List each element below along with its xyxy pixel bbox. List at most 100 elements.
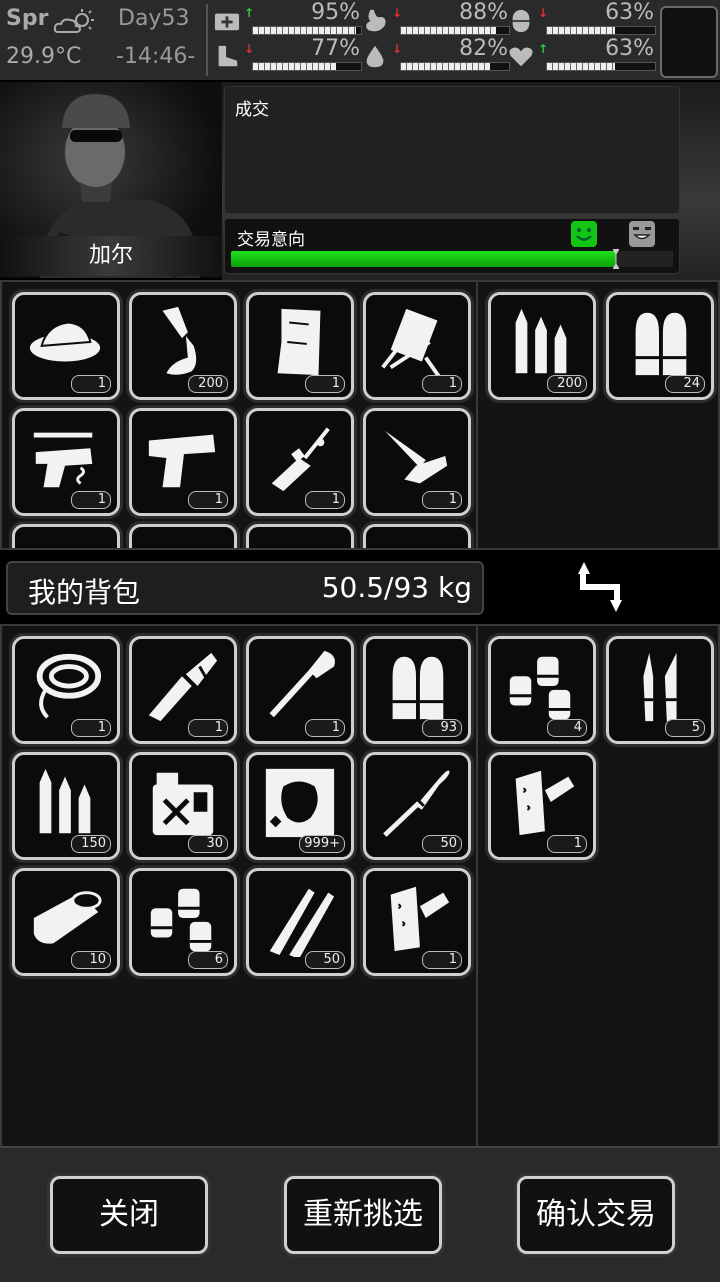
pistol-parts-icon [33,432,93,488]
temperature: 29.9°C [6,44,82,69]
stamina-pill-icon [512,9,530,33]
divider [206,4,208,76]
trader-offer-panel[interactable]: 200 24 [476,280,720,550]
inventory-item-slot[interactable]: 1 [12,408,120,516]
rifle-ammo-icon [515,308,567,374]
inventory-item-slot[interactable]: 93 [363,636,471,744]
day-counter: Day53 [118,6,190,31]
inventory-item-slot[interactable]: 1 [129,636,237,744]
inventory-item-slot[interactable]: 50 [246,868,354,976]
stat-value: 63% [605,36,654,61]
desert-eagle-icon [148,434,216,488]
inventory-item-slot[interactable] [246,524,354,548]
pistol-ammo-icon [392,656,444,720]
stat-bar-fill [253,63,336,70]
vital-stat: ↑ 95% [212,0,362,38]
stat-bar-fill [547,27,615,34]
vital-stat: ↑ 63% [506,36,656,74]
dish-helmet-icon [29,321,101,362]
item-quantity-badge: 4 [547,719,587,737]
inventory-item-slot[interactable]: 999+ [246,752,354,860]
inventory-item-slot[interactable]: 1 [12,636,120,744]
item-quantity-badge: 1 [422,491,462,509]
item-quantity-badge: 1 [547,835,587,853]
stat-bar-fill [547,63,615,70]
stat-bar [546,62,656,71]
inventory-item-slot[interactable]: 10 [12,868,120,976]
stat-bar-fill [401,27,496,34]
inventory-item-slot[interactable]: 1 [363,868,471,976]
item-quantity-badge: 6 [188,951,228,969]
stat-value: 63% [605,0,654,25]
confirm-trade-button[interactable]: 确认交易 [517,1176,675,1254]
shotgun-shells-icon [150,888,212,952]
inventory-item-slot[interactable]: 1 [363,408,471,516]
medkit-icon [214,13,240,31]
inventory-item-slot[interactable]: 200 [488,292,596,400]
swap-arrows-icon[interactable] [570,556,630,618]
item-quantity-badge: 150 [71,835,111,853]
stat-bar [546,26,656,35]
inventory-item-slot[interactable]: 1 [246,292,354,400]
vital-stat: ↓ 63% [506,0,656,38]
item-quantity-badge: 10 [71,951,111,969]
item-quantity-badge: 1 [422,951,462,969]
stat-bar-fill [253,27,356,34]
inventory-item-slot[interactable] [363,524,471,548]
item-quantity-badge: 1 [188,719,228,737]
inventory-item-slot[interactable]: 50 [363,752,471,860]
stat-value: 95% [311,0,360,25]
vital-stat: ↓ 88% [360,0,510,38]
item-quantity-badge: 1 [71,375,111,393]
inventory-item-slot[interactable]: 30 [129,752,237,860]
inventory-item-slot[interactable] [129,524,237,548]
item-quantity-badge: 1 [305,375,345,393]
trend-arrow-icon: ↓ [244,42,255,56]
item-quantity-badge: 999+ [299,835,345,853]
happy-face-icon [571,221,597,247]
item-quantity-badge: 200 [188,375,228,393]
multitool-icon [148,652,218,722]
inventory-item-slot[interactable]: 1 [12,292,120,400]
inventory-item-slot[interactable]: 1 [246,636,354,744]
trade-intent-fill [231,251,616,267]
inventory-item-slot[interactable]: 1 [129,408,237,516]
stomach-icon [366,9,386,32]
trader-dialog-box: 成交 [224,86,680,214]
inventory-item-slot[interactable]: 1 [363,292,471,400]
my-offer-panel[interactable]: 4 5 1 [476,624,720,1148]
canned-food-icon [33,891,102,944]
inventory-item-slot[interactable]: 150 [12,752,120,860]
item-quantity-badge: 1 [71,491,111,509]
quick-slot-button[interactable] [660,6,718,78]
rifle-ammo-icon [39,768,91,834]
trader-inventory-panel[interactable]: 1 200 1 1 1 1 1 1 [0,280,478,550]
vital-stat: ↓ 77% [212,36,362,74]
status-bar: Spr 29.9°C Day53 -14:46- ↑ 95% ↓ 88% ↓ 63% ↓ 77… [0,0,720,80]
backpack-title: 我的背包 [28,576,141,609]
inventory-item-slot[interactable]: 1 [488,752,596,860]
stat-bar-fill [401,63,490,70]
reselect-button[interactable]: 重新挑选 [284,1176,442,1254]
inventory-item-slot[interactable] [12,524,120,548]
inventory-item-slot[interactable]: 24 [606,292,714,400]
neutral-face-icon [629,221,655,247]
vital-stat: ↓ 82% [360,36,510,74]
inventory-item-slot[interactable]: 6 [129,868,237,976]
item-quantity-badge: 1 [71,719,111,737]
cloth-scrap-icon [277,308,321,376]
inventory-item-slot[interactable]: 1 [246,408,354,516]
stat-value: 77% [311,36,360,61]
inventory-item-slot[interactable]: 5 [606,636,714,744]
rifle-parts-icon [271,427,330,492]
close-button[interactable]: 关闭 [50,1176,208,1254]
trade-intent-label: 交易意向 [237,230,305,250]
backpack-inventory-panel[interactable]: 1 1 1 93 150 30 999+ 50 10 6 50 1 [0,624,478,1148]
trade-intent-panel: 交易意向 [224,218,680,274]
stat-bar [252,26,362,35]
glue-tube-icon [162,306,197,375]
inventory-item-slot[interactable]: 200 [129,292,237,400]
pistol-ammo-icon [635,312,687,376]
inventory-item-slot[interactable]: 4 [488,636,596,744]
item-quantity-badge: 30 [188,835,228,853]
